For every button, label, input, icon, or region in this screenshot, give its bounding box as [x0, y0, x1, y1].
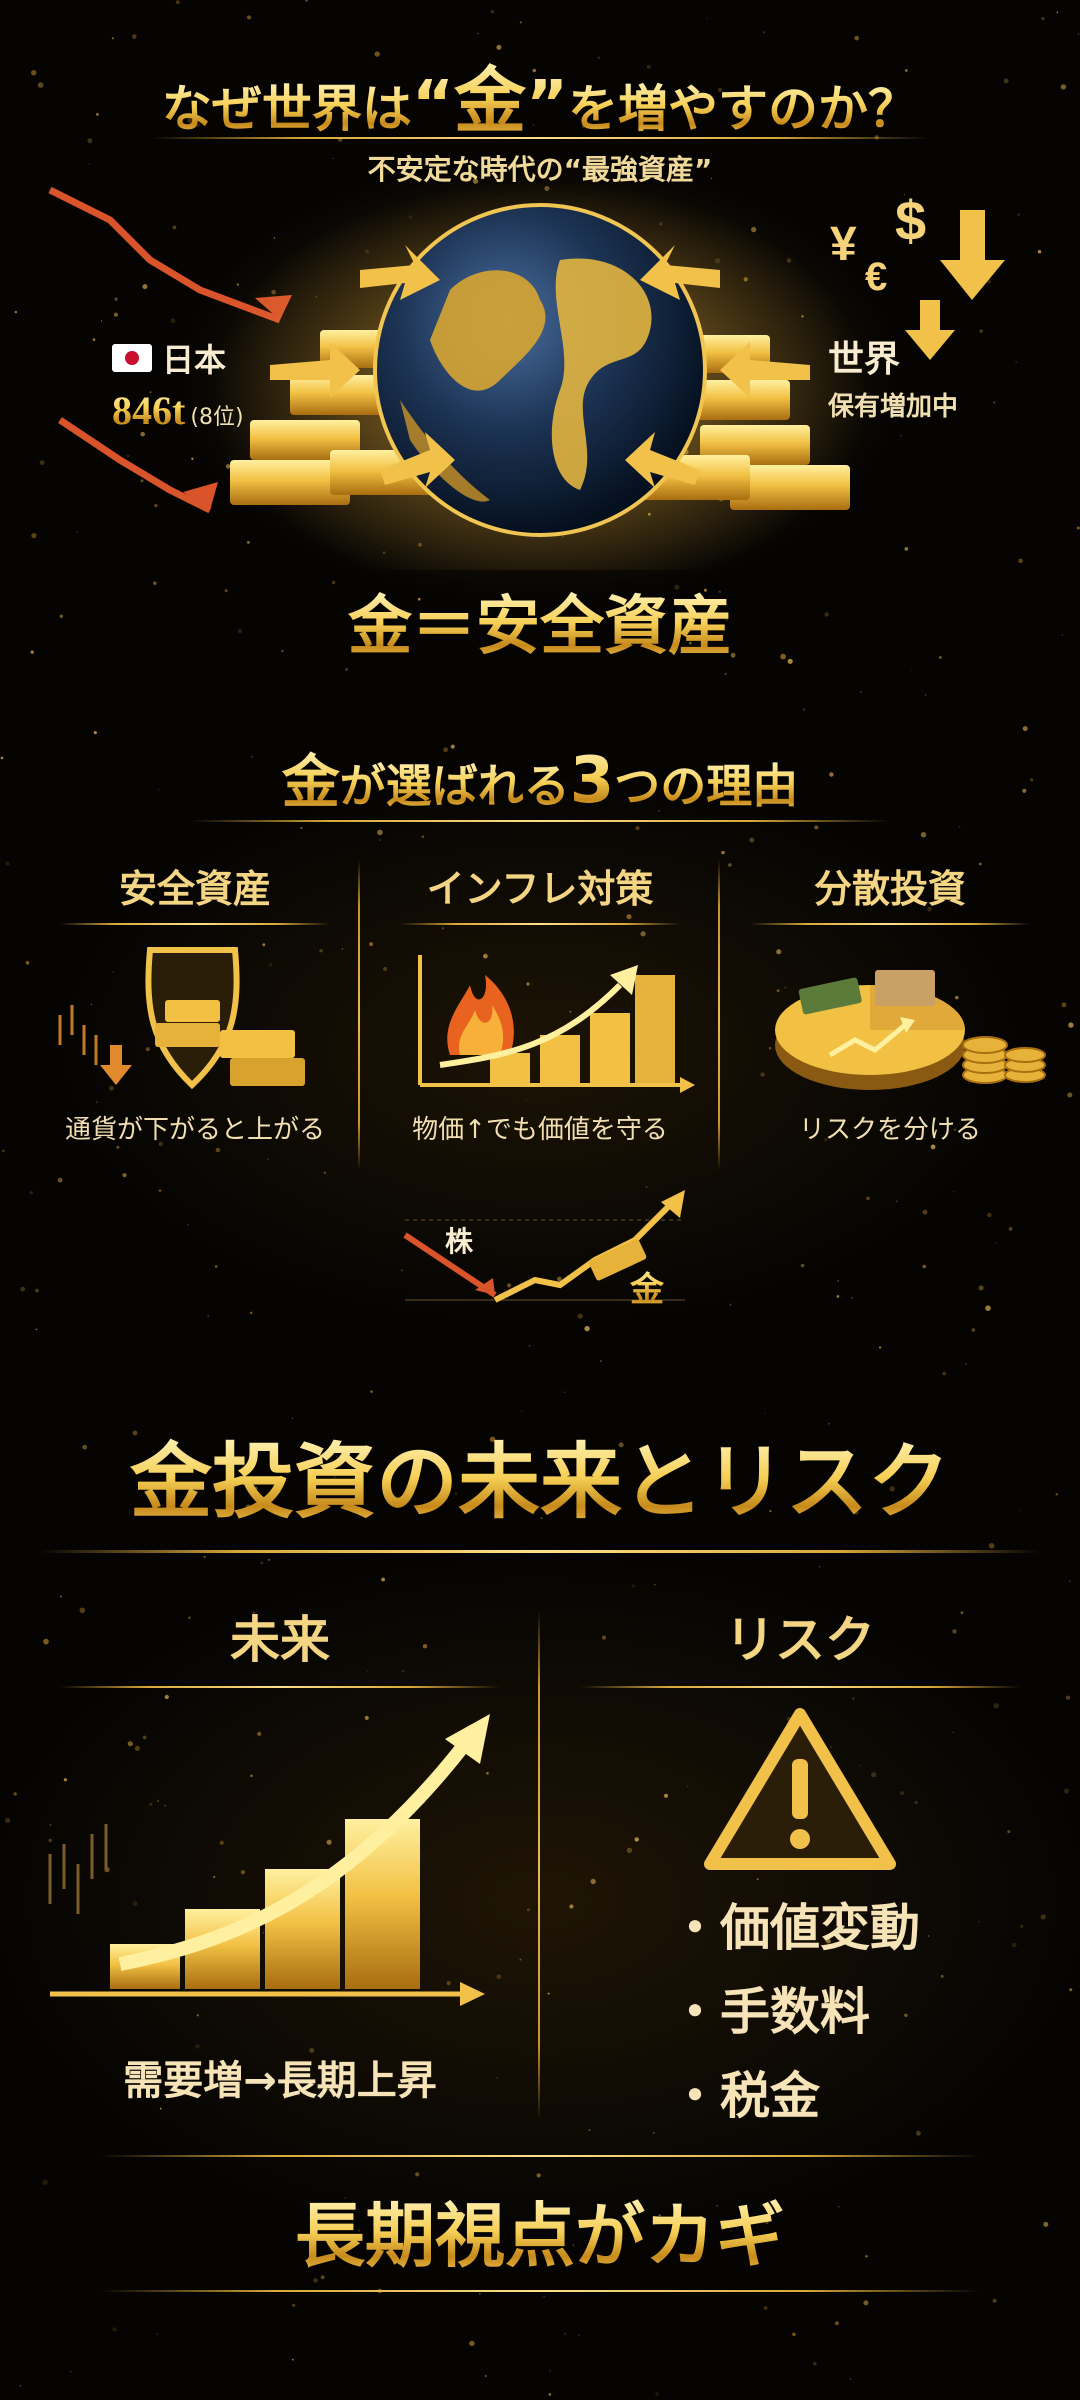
gold-label: 金 — [630, 1262, 664, 1311]
reasons-heading-num: 3 — [569, 744, 615, 818]
japan-label: 日本 — [162, 341, 227, 379]
reasons-heading-gold: 金 — [281, 748, 340, 816]
japan-flag-icon — [112, 344, 152, 372]
risk-item: ・価値変動 — [670, 1899, 920, 1957]
reason-title: インフレ対策 — [426, 867, 654, 911]
title-prefix: なぜ世界は — [161, 80, 412, 138]
footer-tagline-text: 長期視点がカギ — [295, 2195, 785, 2277]
svg-text:€: € — [865, 255, 887, 299]
japan-amount: 846t — [112, 388, 186, 433]
future-risk-col-divider — [538, 1610, 540, 2120]
shield-gold-icon — [58, 947, 305, 1090]
reasons-col-divider-2 — [718, 860, 720, 1170]
footer-divider-top — [100, 2155, 980, 2157]
svg-text:$: $ — [895, 189, 926, 252]
risk-title: リスク — [725, 1611, 875, 1669]
svg-text:¥: ¥ — [830, 218, 857, 271]
reason-card-safe-asset: 安全資産 通貨が下がると上がる — [40, 858, 350, 1146]
page-title: なぜ世界は“金”を増やすのか？ — [0, 42, 1080, 147]
pie-chart-coins-icon — [775, 970, 1046, 1090]
warning-icon — [704, 1708, 896, 1870]
rising-gold-chart-icon — [48, 1714, 490, 2006]
reason-title: 安全資産 — [118, 867, 271, 911]
risk-list: ・価値変動 ・手数料 ・税金 — [560, 1888, 1040, 2128]
reasons-col-divider-1 — [358, 860, 360, 1170]
title-quote-open: “ — [411, 68, 454, 142]
reasons-heading: 金が選ばれる3つの理由 — [0, 735, 1080, 819]
world-label: 世界 — [828, 339, 901, 380]
future-title: 未来 — [230, 1611, 330, 1669]
title-highlight: 金 — [453, 59, 526, 143]
reason-caption: リスクを分ける — [798, 1115, 981, 1145]
title-divider — [150, 137, 930, 139]
footer-tagline: 長期視点がカギ — [0, 2180, 1080, 2281]
stock-vs-gold-chart: 株 金 — [385, 1180, 705, 1315]
future-risk-divider — [40, 1550, 1040, 1553]
stock-label: 株 — [445, 1225, 474, 1258]
risk-item: ・手数料 — [670, 1983, 870, 2041]
title-quote-close: ” — [526, 68, 569, 142]
reasons-heading-mid: が選ばれる — [339, 759, 570, 813]
footer-divider-bottom — [100, 2290, 980, 2292]
japan-rank: (8位) — [190, 405, 244, 430]
risk-item: ・税金 — [670, 2067, 820, 2125]
future-risk-heading-text: 金投資の未来とリスク — [129, 1435, 950, 1530]
reason-title: 分散投資 — [813, 867, 966, 911]
reasons-heading-end: つの理由 — [614, 759, 799, 813]
reason-caption: 通貨が下がると上がる — [64, 1115, 325, 1145]
world-holdings: 世界 保有増加中 — [828, 330, 958, 423]
reason-card-inflation: インフレ対策 物価↑でも価値を守る — [380, 858, 700, 1146]
conclusion-text: 金＝安全資産 — [348, 590, 732, 664]
japan-holdings: 日本 846t (8位) — [112, 335, 244, 434]
title-suffix: を増やすのか？ — [568, 80, 919, 138]
reason-caption: 物価↑でも価値を守る — [412, 1115, 668, 1145]
risk-panel: リスク ・価値変動 ・手数料 ・税金 — [560, 1600, 1040, 2128]
reason-card-diversify: 分散投資 リスクを分ける — [730, 858, 1050, 1146]
world-status: 保有増加中 — [828, 392, 959, 422]
future-caption: 需要増→長期上昇 — [123, 2058, 437, 2104]
hero-conclusion: 金＝安全資産 — [0, 575, 1080, 667]
future-risk-heading: 金投資の未来とリスク — [0, 1415, 1080, 1534]
globe-icon — [373, 203, 707, 537]
fire-bar-chart-icon — [418, 955, 695, 1093]
reasons-divider — [190, 820, 890, 822]
future-panel: 未来 需要増→長期上昇 — [40, 1600, 520, 2106]
